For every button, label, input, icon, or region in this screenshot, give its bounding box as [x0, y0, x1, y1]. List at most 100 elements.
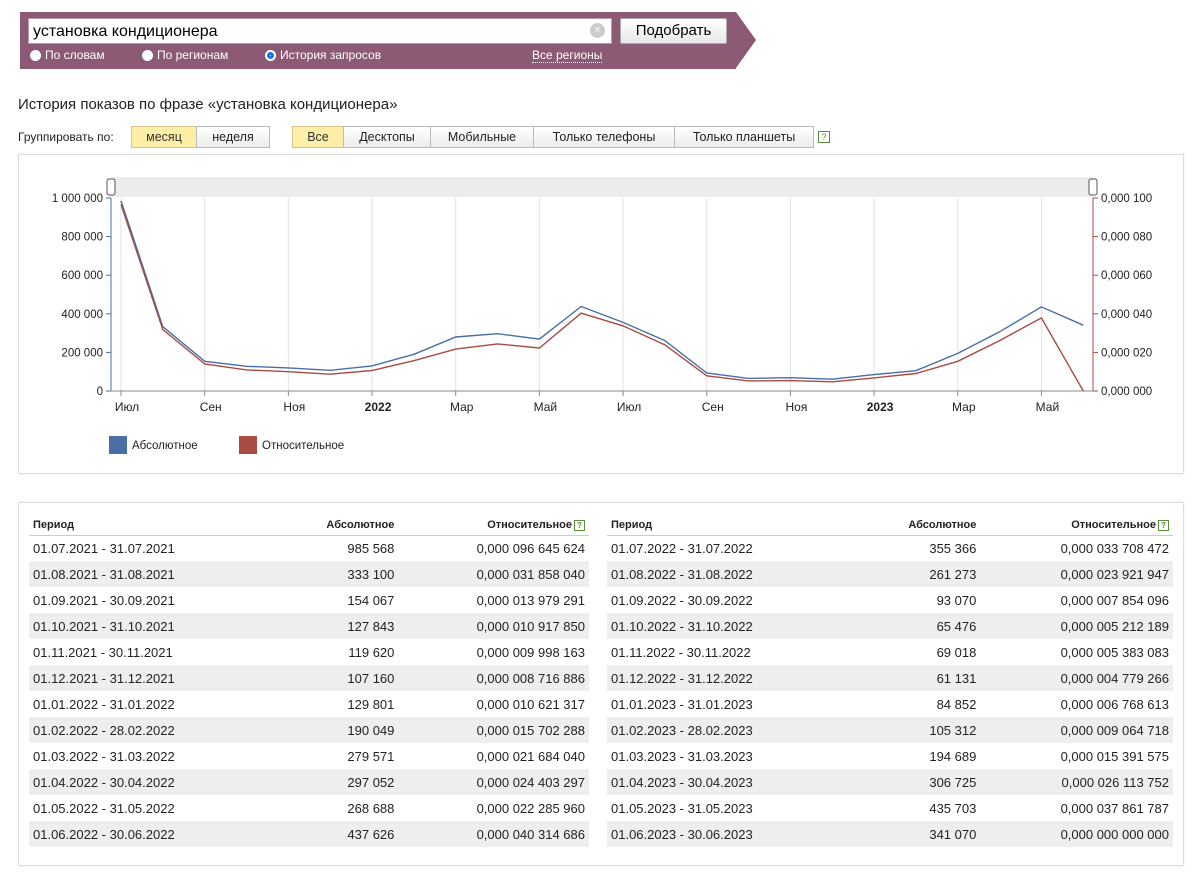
relative-cell: 0,000 026 113 752 — [980, 769, 1173, 795]
left-tick-label: 800 000 — [61, 232, 103, 244]
table-row: 01.03.2022 - 31.03.2022 279 571 0,000 021 … — [29, 743, 589, 769]
x-tick-label: Сен — [200, 400, 222, 414]
absolute-cell: 261 273 — [854, 561, 981, 587]
table-row: 01.11.2021 - 30.11.2021 119 620 0,000 009 … — [29, 639, 589, 665]
right-tick-label: 0,000 020 — [1101, 347, 1152, 359]
period-cell: 01.06.2022 - 30.06.2022 — [29, 821, 274, 847]
relative-cell: 0,000 009 064 718 — [980, 717, 1173, 743]
table-row: 01.05.2022 - 31.05.2022 268 688 0,000 022 … — [29, 795, 589, 821]
history-chart: Июл Сен Ноя 2022 Мар Май Июл Сен Ноя 2023 Мар Май 1 … — [52, 177, 1152, 454]
legend-swatch — [109, 436, 127, 454]
table-row: 01.06.2023 - 30.06.2023 341 070 0,000 000 … — [607, 821, 1173, 847]
absolute-cell: 194 689 — [929, 748, 977, 764]
legend-swatch — [239, 436, 257, 454]
relative-cell: 0,000 010 917 850 — [398, 613, 589, 639]
group-week-button[interactable]: неделя — [196, 126, 270, 148]
clear-icon[interactable]: × — [590, 23, 605, 38]
absolute-cell: 69 018 — [936, 644, 977, 660]
period-cell: 01.08.2021 - 31.08.2021 — [29, 561, 274, 587]
absolute-cell: 84 852 — [936, 696, 977, 712]
all-regions-link[interactable]: Все регионы — [532, 48, 603, 63]
period-cell: 01.02.2023 - 28.02.2023 — [607, 717, 855, 743]
right-tick-label: 0,000 060 — [1101, 270, 1152, 282]
device-all-button[interactable]: Все — [292, 126, 344, 148]
absolute-cell: 333 100 — [274, 561, 399, 587]
absolute-header: Абсолютное — [274, 515, 399, 536]
period-cell: 01.11.2021 - 30.11.2021 — [33, 644, 173, 660]
radio-label: По регионам — [157, 48, 229, 62]
relative-cell: 0,000 000 000 000 — [980, 821, 1173, 847]
relative-cell: 0,000 022 285 960 — [476, 800, 585, 816]
absolute-cell: 297 052 — [274, 769, 399, 795]
help-icon[interactable]: ? — [1158, 519, 1169, 531]
device-phones-button[interactable]: Только телефоны — [533, 126, 675, 148]
period-header: Период — [607, 515, 855, 536]
period-cell: 01.12.2021 - 31.12.2021 — [29, 665, 274, 691]
radio-label: По словам — [45, 48, 105, 62]
device-tablets-button[interactable]: Только планшеты — [674, 126, 814, 148]
relative-cell: 0,000 010 621 317 — [476, 696, 585, 712]
table-row: 01.03.2023 - 31.03.2023 194 689 0,000 015 … — [607, 743, 1173, 769]
x-tick-label: Сен — [702, 400, 724, 414]
left-tick-label: 0 — [97, 386, 103, 398]
table-row: 01.12.2022 - 31.12.2022 61 131 0,000 004 7… — [607, 665, 1173, 691]
period-cell: 01.09.2022 - 30.09.2022 — [611, 592, 753, 608]
right-tick-label: 0,000 100 — [1101, 193, 1152, 205]
period-cell: 01.02.2022 - 28.02.2022 — [29, 717, 274, 743]
period-cell: 01.04.2023 - 30.04.2023 — [607, 769, 855, 795]
table-row: 01.12.2021 - 31.12.2021 107 160 0,000 008 … — [29, 665, 589, 691]
relative-cell: 0,000 031 858 040 — [398, 561, 589, 587]
device-mobile-button[interactable]: Мобильные — [430, 126, 534, 148]
series-line-absolute — [120, 200, 1084, 380]
radio-history[interactable]: История запросов — [265, 48, 381, 62]
absolute-cell: 65 476 — [854, 613, 981, 639]
left-tick-label: 400 000 — [61, 309, 103, 321]
x-tick-label: 2022 — [365, 400, 392, 414]
absolute-cell: 437 626 — [274, 821, 399, 847]
search-input[interactable]: установка кондиционера — [28, 18, 612, 44]
relative-cell: 0,000 021 684 040 — [476, 748, 585, 764]
table-row: 01.05.2023 - 31.05.2023 435 703 0,000 037 … — [607, 795, 1173, 821]
absolute-cell: 61 131 — [854, 665, 981, 691]
right-tick-label: 0,000 040 — [1101, 309, 1152, 321]
radio-label: История запросов — [280, 48, 382, 62]
x-tick-label: Май — [1036, 400, 1060, 414]
table-row: 01.10.2021 - 31.10.2021 127 843 0,000 010 … — [29, 613, 589, 639]
x-tick-label: Мар — [952, 400, 976, 414]
page-title: История показов по фразе «установка конд… — [18, 96, 398, 113]
radio-by-regions[interactable]: По регионам — [142, 48, 228, 62]
relative-cell: 0,000 006 768 613 — [1060, 696, 1169, 712]
device-desktop-button[interactable]: Десктопы — [343, 126, 431, 148]
history-table-left: Период Абсолютное Относительное? 01.07.2… — [29, 515, 589, 847]
absolute-header: Абсолютное — [854, 515, 981, 536]
legend-label: Относительное — [262, 440, 344, 452]
table-row: 01.07.2021 - 31.07.2021 985 568 0,000 096 … — [29, 535, 589, 561]
relative-cell: 0,000 023 921 947 — [980, 561, 1173, 587]
help-icon[interactable]: ? — [818, 131, 830, 143]
history-table-right: Период Абсолютное Относительное? 01.07.2… — [607, 515, 1173, 847]
absolute-cell: 129 801 — [347, 696, 395, 712]
period-cell: 01.04.2022 - 30.04.2022 — [29, 769, 274, 795]
period-cell: 01.08.2022 - 31.08.2022 — [607, 561, 855, 587]
x-tick-label: Мар — [450, 400, 474, 414]
table-panel: Период Абсолютное Относительное? 01.07.2… — [18, 502, 1184, 866]
radio-by-words[interactable]: По словам — [30, 48, 105, 62]
group-label: Группировать по: — [18, 130, 114, 144]
relative-cell: 0,000 096 645 624 — [476, 540, 585, 556]
relative-cell: 0,000 015 391 575 — [1060, 748, 1169, 764]
help-icon[interactable]: ? — [574, 519, 585, 531]
period-cell: 01.05.2022 - 31.05.2022 — [33, 800, 175, 816]
legend-label: Абсолютное — [132, 440, 198, 452]
absolute-cell: 341 070 — [854, 821, 981, 847]
absolute-cell: 306 725 — [854, 769, 981, 795]
period-cell: 01.03.2022 - 31.03.2022 — [33, 748, 175, 764]
relative-cell: 0,000 015 702 288 — [398, 717, 589, 743]
table-row: 01.09.2021 - 30.09.2021 154 067 0,000 013 … — [29, 587, 589, 613]
absolute-cell: 985 568 — [347, 540, 395, 556]
relative-cell: 0,000 008 716 886 — [398, 665, 589, 691]
relative-cell: 0,000 033 708 472 — [1060, 540, 1169, 556]
series-line-relative — [120, 204, 1084, 392]
submit-button[interactable]: Подобрать — [620, 18, 727, 44]
relative-header: Относительное? — [398, 515, 589, 536]
group-month-button[interactable]: месяц — [131, 126, 197, 148]
